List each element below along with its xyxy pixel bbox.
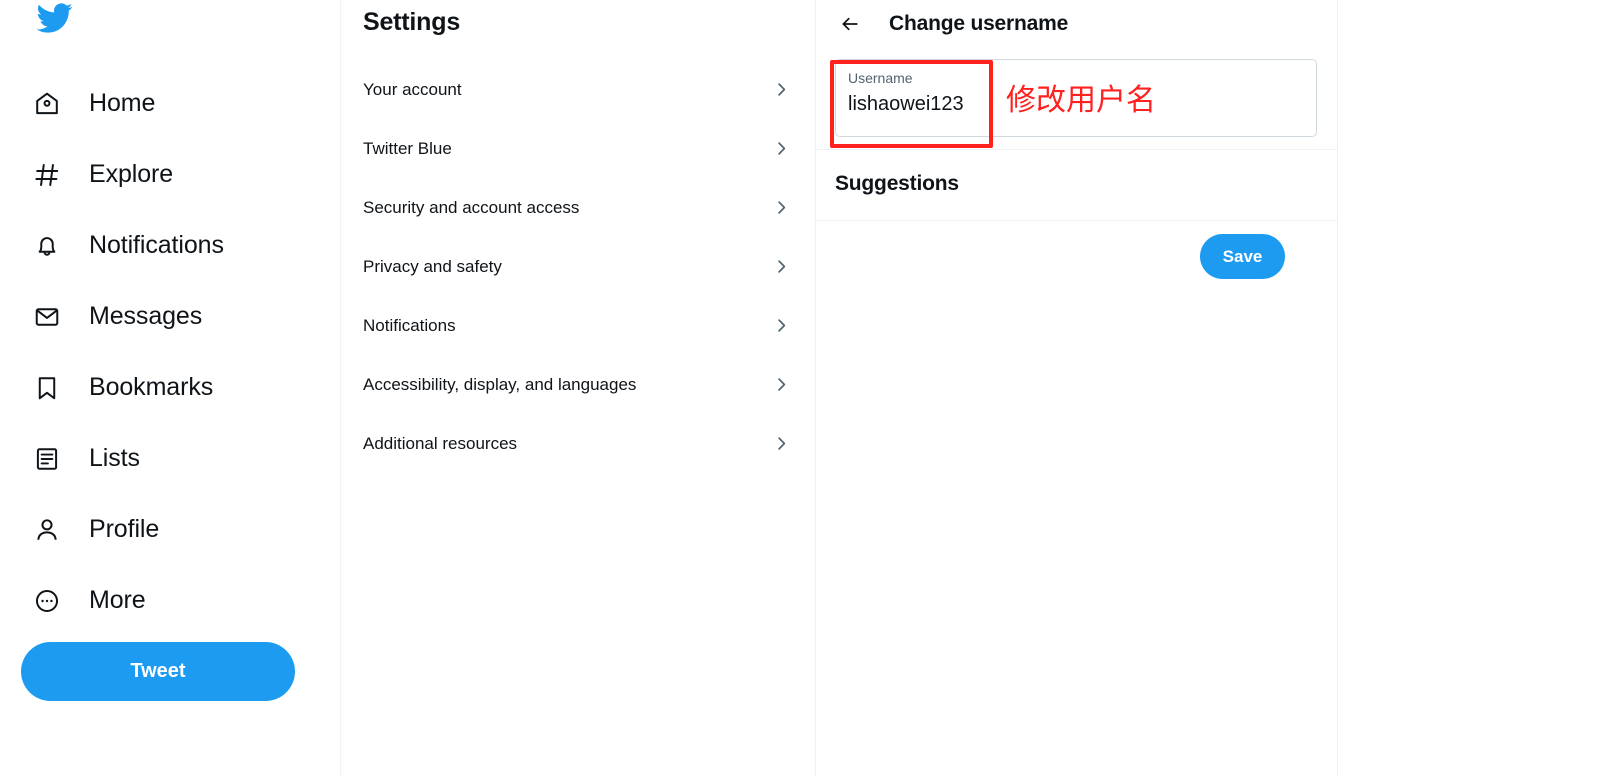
chevron-right-icon	[772, 80, 791, 99]
envelope-icon	[30, 300, 64, 334]
sidebar-item-explore[interactable]: Explore	[0, 139, 340, 210]
settings-item-label: Additional resources	[363, 433, 518, 453]
settings-heading: Settings	[363, 8, 461, 36]
back-arrow-icon[interactable]	[832, 6, 868, 42]
settings-item-twitter-blue[interactable]: Twitter Blue	[341, 119, 815, 178]
settings-item-label: Accessibility, display, and languages	[363, 374, 637, 394]
home-icon	[30, 87, 64, 121]
sidebar-item-profile[interactable]: Profile	[0, 494, 340, 565]
sidebar-item-label: More	[89, 586, 146, 614]
sidebar-item-label: Notifications	[89, 231, 224, 259]
settings-item-privacy-and-safety[interactable]: Privacy and safety	[341, 237, 815, 296]
sidebar-item-label: Lists	[89, 444, 140, 472]
sidebar-item-home[interactable]: Home	[0, 68, 340, 139]
sidebar-item-label: Explore	[89, 160, 174, 188]
page-title: Change username	[889, 12, 1069, 35]
settings-item-label: Notifications	[363, 315, 456, 335]
panel-header: Change username	[816, 0, 1337, 48]
person-icon	[30, 513, 64, 547]
change-username-panel: Change username Username lishaowei123 Su…	[816, 0, 1339, 776]
tweet-button[interactable]: Tweet	[21, 642, 295, 701]
bookmark-icon	[30, 371, 64, 405]
save-row: Save	[816, 221, 1337, 292]
chevron-right-icon	[772, 316, 791, 335]
sidebar-item-label: Home	[89, 89, 156, 117]
primary-nav-list: Home Explore Notifications Messages Book…	[0, 68, 340, 636]
chevron-right-icon	[772, 434, 791, 453]
more-circle-icon	[30, 584, 64, 618]
chevron-right-icon	[772, 257, 791, 276]
chevron-right-icon	[772, 375, 791, 394]
chevron-right-icon	[772, 198, 791, 217]
sidebar-item-lists[interactable]: Lists	[0, 423, 340, 494]
sidebar-item-messages[interactable]: Messages	[0, 281, 340, 352]
settings-list: Your account Twitter Blue Security and a…	[341, 60, 815, 473]
settings-item-label: Your account	[363, 79, 462, 99]
settings-item-label: Security and account access	[363, 197, 580, 217]
username-field-value: lishaowei123	[848, 93, 964, 116]
settings-item-security-and-account-access[interactable]: Security and account access	[341, 178, 815, 237]
sidebar-item-label: Profile	[89, 515, 160, 543]
sidebar-item-label: Messages	[89, 302, 203, 330]
suggestions-section: Suggestions	[816, 150, 1338, 221]
settings-item-notifications[interactable]: Notifications	[341, 296, 815, 355]
settings-column: Settings Your account Twitter Blue Secur…	[341, 0, 816, 776]
twitter-settings-page: Home Explore Notifications Messages Book…	[0, 0, 1607, 776]
settings-item-your-account[interactable]: Your account	[341, 60, 815, 119]
settings-item-label: Twitter Blue	[363, 138, 452, 158]
chevron-right-icon	[772, 139, 791, 158]
username-field-row: Username lishaowei123	[816, 48, 1338, 150]
twitter-bird-icon[interactable]	[30, 0, 78, 42]
username-input[interactable]: Username lishaowei123	[835, 59, 1318, 137]
sidebar-item-notifications[interactable]: Notifications	[0, 210, 340, 281]
hashtag-icon	[30, 158, 64, 192]
list-icon	[30, 442, 64, 476]
username-field-label: Username	[848, 70, 913, 86]
bell-icon	[30, 229, 64, 263]
left-navigation: Home Explore Notifications Messages Book…	[0, 0, 341, 776]
settings-item-accessibility-display-and-languages[interactable]: Accessibility, display, and languages	[341, 355, 815, 414]
settings-item-label: Privacy and safety	[363, 256, 502, 276]
suggestions-heading: Suggestions	[835, 172, 959, 195]
right-rail	[1338, 0, 1607, 776]
settings-item-additional-resources[interactable]: Additional resources	[341, 414, 815, 473]
sidebar-item-label: Bookmarks	[89, 373, 214, 401]
sidebar-item-more[interactable]: More	[0, 565, 340, 636]
sidebar-item-bookmarks[interactable]: Bookmarks	[0, 352, 340, 423]
save-button[interactable]: Save	[1200, 234, 1286, 279]
